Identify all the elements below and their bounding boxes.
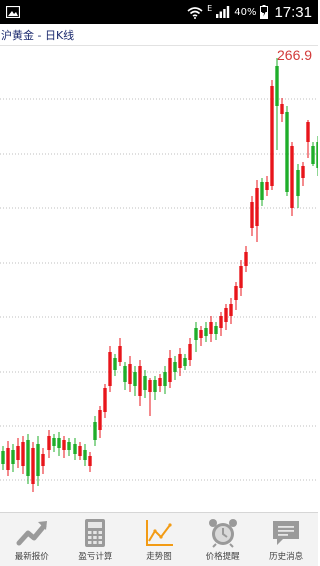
candle-up [250,202,254,228]
candle-up [280,104,284,114]
candle-up [62,440,66,450]
kline-chart-svg[interactable]: 266.9 [0,46,318,512]
battery-percent: 40% [234,6,257,18]
nav-item-latest-quotes[interactable]: 最新报价 [0,513,64,566]
candle-up [255,188,259,226]
candle-down [26,440,30,476]
candle-up [270,86,274,186]
candle-up [78,446,82,456]
candle-down [204,328,208,336]
status-left [6,6,20,18]
candle-up [16,446,20,460]
gallery-notification-icon [6,6,20,18]
page-title: 沪黄金 - 日K线 [1,28,75,42]
signal-icon [216,6,230,18]
network-type: E [207,3,213,13]
candle-up [224,308,228,322]
candle-up [265,182,269,190]
candle-up [148,380,152,392]
line-chart-icon [145,520,173,546]
candle-down [93,422,97,440]
candle-down [113,358,117,370]
candle-up [6,448,10,470]
nav-label: 走势图 [146,552,172,562]
bottom-nav: 最新报价 盈亏计算 走势图 价格提醒 历史消息 [0,512,318,566]
candle-up [21,442,25,466]
nav-label: 价格提醒 [205,552,240,562]
calculator-icon [85,519,106,547]
status-right: E 40% 17:31 [187,4,312,21]
nav-label: 盈亏计算 [78,552,113,562]
candle-down [260,182,264,200]
candle-down [275,66,279,106]
candle-up [138,366,142,396]
candle-up [178,354,182,368]
candle-down [57,438,61,448]
title-bar: 沪黄金 - 日K线 [0,24,318,46]
candle-down [83,450,87,460]
candle-up [209,322,213,334]
high-price-label: 266.9 [277,47,312,63]
candle-down [311,146,315,164]
candle-down [194,328,198,340]
candle-down [183,358,187,366]
candle-down [163,372,167,386]
candle-down [173,362,177,372]
alarm-clock-icon [208,519,237,548]
candle-up [47,436,51,450]
candle-up [306,122,310,142]
candle-up [108,352,112,386]
message-icon [273,521,300,545]
candle-down [67,442,71,450]
candle-up [290,146,294,208]
candle-up [229,304,233,316]
trend-up-icon [16,521,47,546]
candle-down [143,376,147,390]
candle-up [188,344,192,360]
nav-label: 最新报价 [14,552,49,562]
candle-up [41,454,45,466]
candle-down [153,380,157,392]
candle-up [128,364,132,384]
status-time: 17:31 [274,3,312,21]
candle-down [316,142,318,168]
candle-down [11,450,15,464]
candle-down [73,444,77,454]
candles [1,58,318,492]
candle-down [123,366,127,382]
candle-down [52,438,56,446]
candle-up [103,388,107,412]
nav-item-price-alert[interactable]: 价格提醒 [191,513,255,566]
candle-up [168,358,172,382]
candle-up [88,456,92,466]
nav-label: 历史消息 [269,552,304,562]
candle-up [301,166,305,178]
candle-down [36,444,40,476]
candle-down [1,451,5,464]
candle-up [98,410,102,430]
candle-down [133,372,137,386]
candle-up [31,448,35,484]
nav-item-profit-calculator[interactable]: 盈亏计算 [64,513,128,566]
candle-up [244,252,248,266]
candle-down [285,112,289,192]
status-bar: E 40% 17:31 [0,0,318,24]
battery-charging-icon [260,5,269,19]
candle-up [118,346,122,362]
candle-up [158,378,162,386]
candle-up [234,286,238,300]
nav-item-trend-chart[interactable]: 走势图 [127,513,191,566]
wifi-icon [187,6,203,19]
candle-up [219,316,223,328]
candle-up [199,330,203,338]
candle-up [239,266,243,288]
kline-chart[interactable]: 266.9 [0,46,318,512]
candle-down [296,170,300,196]
nav-item-history-messages[interactable]: 历史消息 [254,513,318,566]
candle-down [214,326,218,334]
